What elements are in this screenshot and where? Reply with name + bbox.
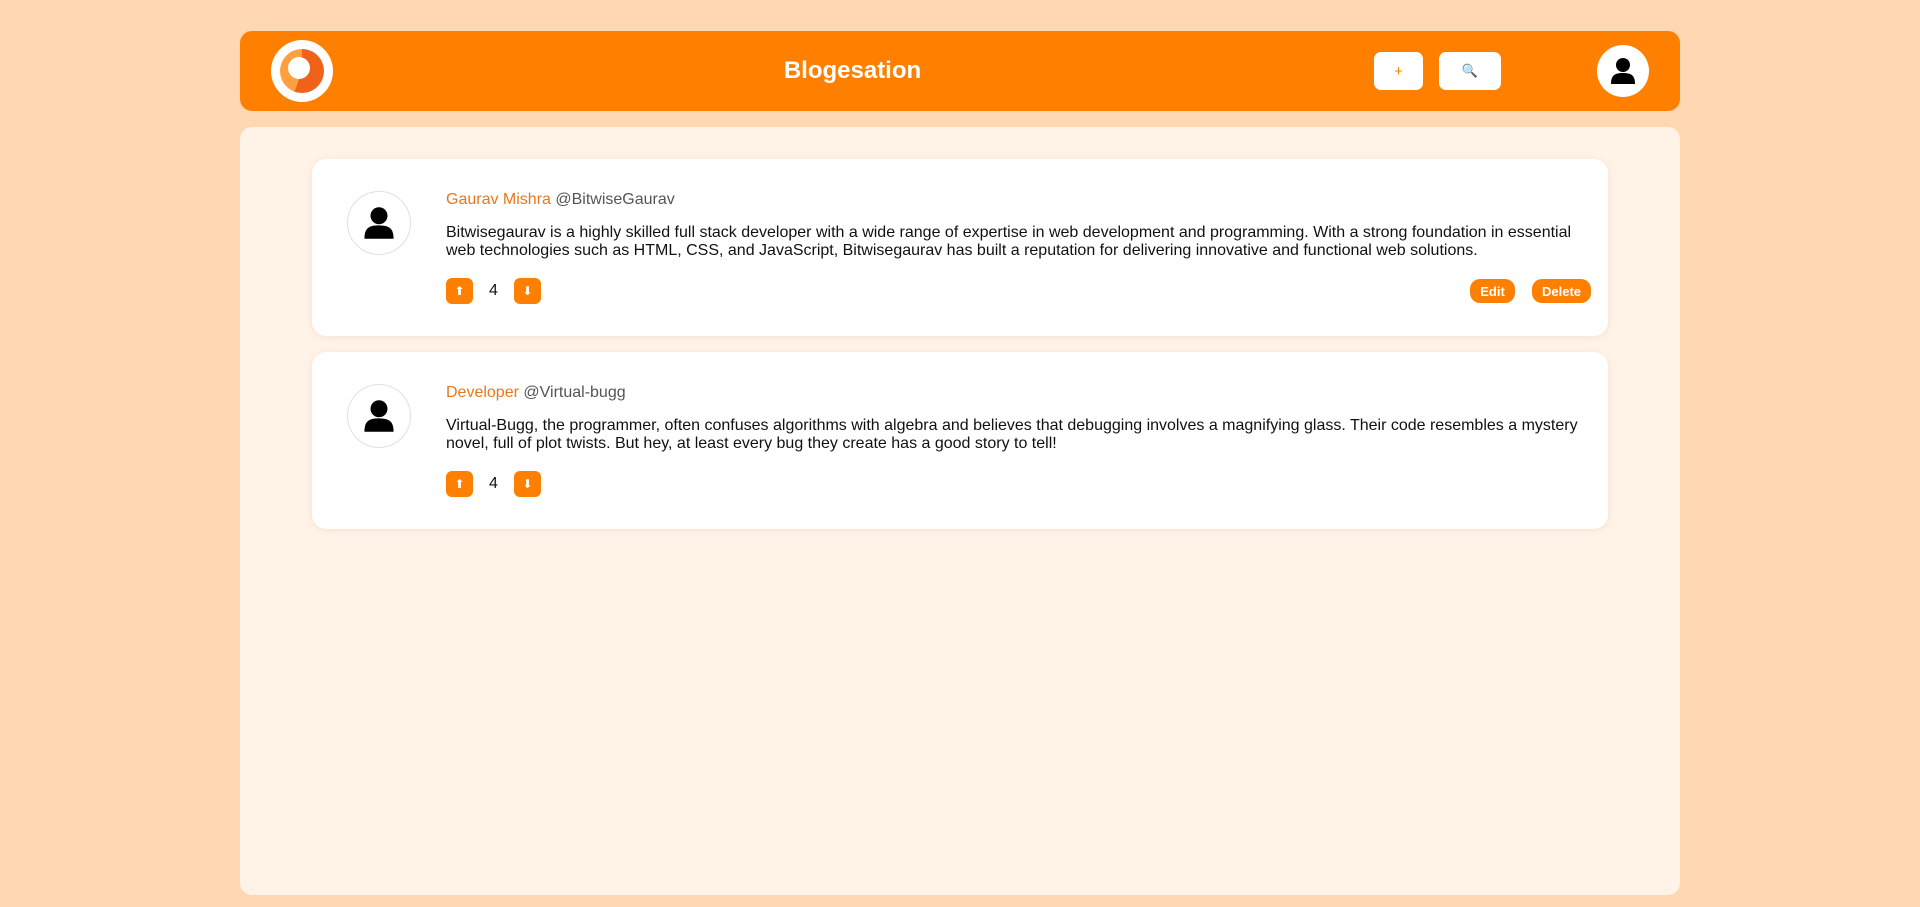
delete-button[interactable]: Delete xyxy=(1532,279,1591,303)
post-content: Virtual-Bugg, the programmer, often conf… xyxy=(446,417,1578,452)
vote-controls: ⬆ 4 ⬇ xyxy=(446,278,541,304)
post-header: Developer @Virtual-bugg xyxy=(446,384,626,402)
upvote-button[interactable]: ⬆ xyxy=(446,278,473,304)
search-button[interactable]: 🔍 xyxy=(1439,52,1501,90)
add-post-button[interactable]: + xyxy=(1374,52,1423,90)
app-title: Blogesation xyxy=(783,57,922,84)
downvote-button[interactable]: ⬇ xyxy=(514,278,541,304)
post-card: Gaurav Mishra @BitwiseGaurav Bitwisegaur… xyxy=(312,159,1608,336)
vote-count: 4 xyxy=(489,282,498,299)
post-card: Developer @Virtual-bugg Virtual-Bugg, th… xyxy=(312,352,1608,529)
post-header: Gaurav Mishra @BitwiseGaurav xyxy=(446,191,675,209)
search-icon: 🔍 xyxy=(1461,63,1479,78)
vote-controls: ⬆ 4 ⬇ xyxy=(446,471,541,497)
author-avatar[interactable] xyxy=(347,191,411,255)
author-name[interactable]: Gaurav Mishra xyxy=(446,191,551,208)
user-icon xyxy=(364,400,394,432)
vote-count: 4 xyxy=(489,475,498,492)
upvote-button[interactable]: ⬆ xyxy=(446,471,473,497)
profile-button[interactable] xyxy=(1597,45,1649,97)
edit-button[interactable]: Edit xyxy=(1470,279,1515,303)
post-content: Bitwisegaurav is a highly skilled full s… xyxy=(446,224,1572,259)
feed-panel: Gaurav Mishra @BitwiseGaurav Bitwisegaur… xyxy=(240,127,1680,895)
top-navbar: Blogesation + 🔍 xyxy=(240,31,1680,111)
author-name[interactable]: Developer xyxy=(446,384,519,401)
author-handle: @Virtual-bugg xyxy=(523,384,626,401)
user-icon xyxy=(364,207,394,239)
user-icon xyxy=(1611,58,1635,84)
downvote-button[interactable]: ⬇ xyxy=(514,471,541,497)
author-avatar[interactable] xyxy=(347,384,411,448)
author-handle: @BitwiseGaurav xyxy=(555,191,675,208)
